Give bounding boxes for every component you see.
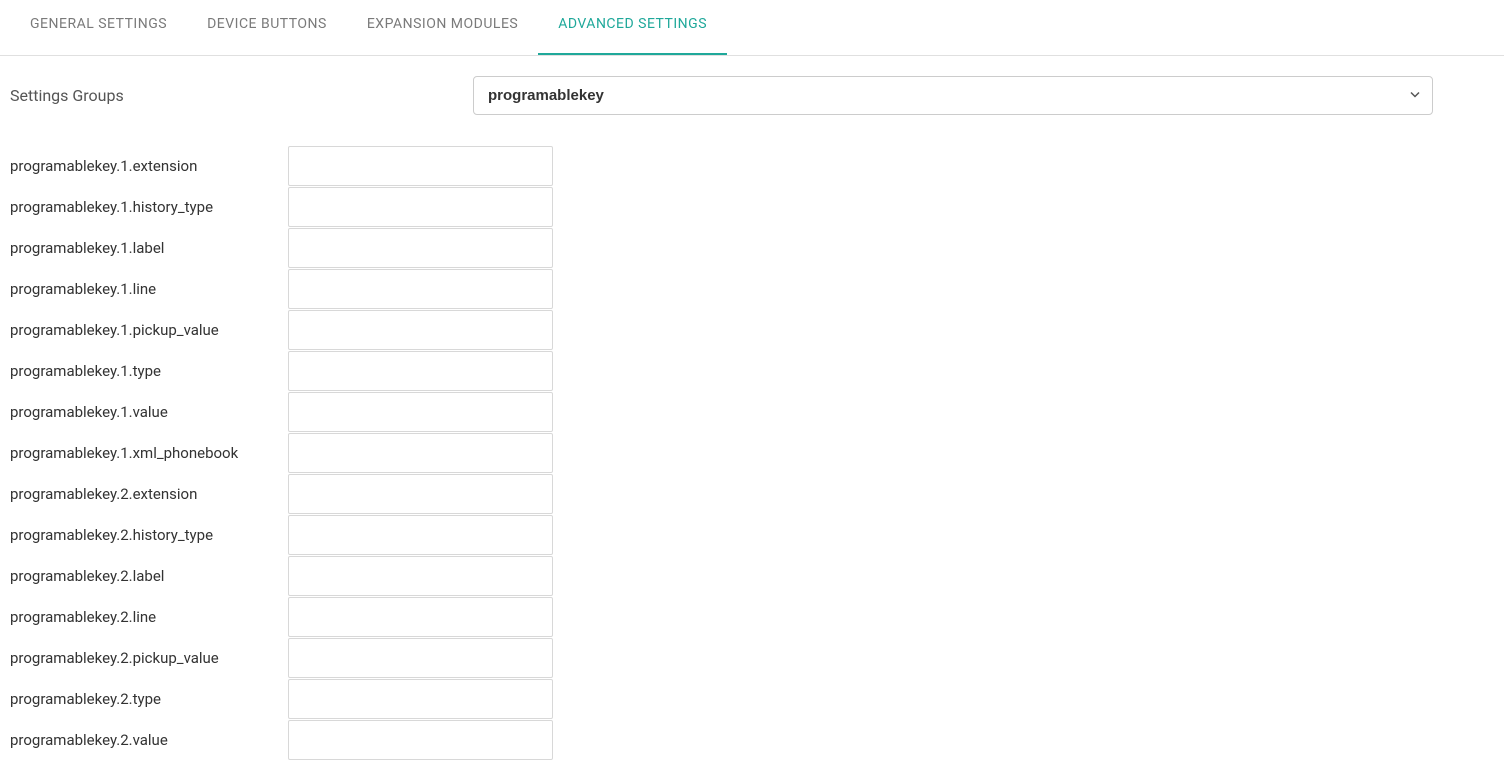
settings-group-select[interactable]: programablekey [473, 76, 1433, 115]
setting-label: programablekey.1.type [10, 362, 288, 380]
settings-group-row: Settings Groups programablekey [10, 76, 1494, 115]
setting-label: programablekey.1.label [10, 239, 288, 257]
setting-label: programablekey.2.type [10, 690, 288, 708]
setting-input[interactable] [288, 187, 553, 227]
settings-group-label: Settings Groups [10, 86, 473, 105]
setting-label: programablekey.2.pickup_value [10, 649, 288, 667]
setting-input[interactable] [288, 433, 553, 473]
setting-input[interactable] [288, 720, 553, 760]
setting-input[interactable] [288, 597, 553, 637]
setting-label: programablekey.1.history_type [10, 198, 288, 216]
setting-row: programablekey.1.type [10, 350, 1494, 391]
setting-input[interactable] [288, 146, 553, 186]
setting-row: programablekey.2.label [10, 555, 1494, 596]
setting-input[interactable] [288, 351, 553, 391]
settings-group-select-wrap: programablekey [473, 76, 1433, 115]
tab-general-settings[interactable]: GENERAL SETTINGS [10, 0, 187, 55]
setting-row: programablekey.1.pickup_value [10, 309, 1494, 350]
tab-expansion-modules[interactable]: EXPANSION MODULES [347, 0, 538, 55]
setting-row: programablekey.1.xml_phonebook [10, 432, 1494, 473]
tab-advanced-settings[interactable]: ADVANCED SETTINGS [538, 0, 727, 55]
setting-label: programablekey.1.extension [10, 157, 288, 175]
setting-input[interactable] [288, 638, 553, 678]
setting-label: programablekey.1.line [10, 280, 288, 298]
setting-input[interactable] [288, 679, 553, 719]
setting-row: programablekey.1.line [10, 268, 1494, 309]
tabs: GENERAL SETTINGSDEVICE BUTTONSEXPANSION … [10, 0, 910, 55]
setting-label: programablekey.2.value [10, 731, 288, 749]
setting-row: programablekey.2.pickup_value [10, 637, 1494, 678]
setting-label: programablekey.2.extension [10, 485, 288, 503]
setting-row: programablekey.1.label [10, 227, 1494, 268]
setting-row: programablekey.1.extension [10, 145, 1494, 186]
setting-input[interactable] [288, 269, 553, 309]
setting-label: programablekey.2.line [10, 608, 288, 626]
setting-row: programablekey.1.value [10, 391, 1494, 432]
setting-label: programablekey.1.xml_phonebook [10, 444, 288, 462]
setting-row: programablekey.1.history_type [10, 186, 1494, 227]
setting-row: programablekey.2.extension [10, 473, 1494, 514]
setting-input[interactable] [288, 474, 553, 514]
setting-input[interactable] [288, 556, 553, 596]
settings-list: programablekey.1.extension programablekey… [10, 145, 1494, 760]
tabs-container: GENERAL SETTINGSDEVICE BUTTONSEXPANSION … [0, 0, 1504, 56]
setting-input[interactable] [288, 392, 553, 432]
setting-label: programablekey.1.value [10, 403, 288, 421]
setting-row: programablekey.2.type [10, 678, 1494, 719]
content-area: Settings Groups programablekey programab… [0, 56, 1504, 780]
setting-input[interactable] [288, 228, 553, 268]
setting-label: programablekey.1.pickup_value [10, 321, 288, 339]
setting-label: programablekey.2.history_type [10, 526, 288, 544]
tab-device-buttons[interactable]: DEVICE BUTTONS [187, 0, 347, 55]
setting-row: programablekey.2.history_type [10, 514, 1494, 555]
setting-input[interactable] [288, 515, 553, 555]
setting-row: programablekey.2.value [10, 719, 1494, 760]
setting-input[interactable] [288, 310, 553, 350]
setting-row: programablekey.2.line [10, 596, 1494, 637]
setting-label: programablekey.2.label [10, 567, 288, 585]
